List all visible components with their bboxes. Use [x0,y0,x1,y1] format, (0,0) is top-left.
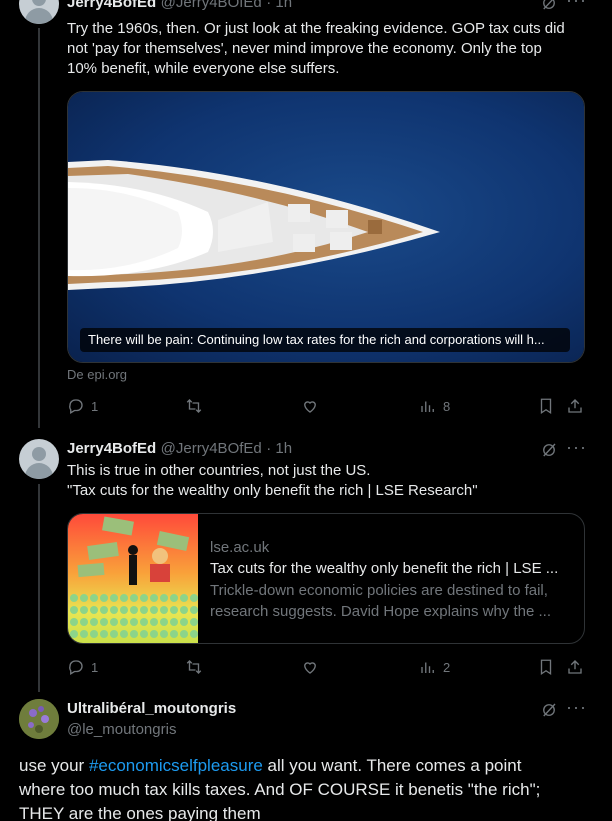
views-button[interactable]: 2 [419,658,450,676]
retweet-icon [186,399,202,413]
like-button[interactable] [301,397,319,415]
bookmark-icon [540,398,552,415]
views-button[interactable]: 8 [419,397,450,415]
text-segment: all you want. There comes a point [262,756,522,775]
thread-line [38,28,40,428]
more-icon[interactable]: ··· [566,697,587,718]
grok-icon[interactable] [540,0,558,17]
reply-button[interactable]: 1 [67,658,98,676]
tweet-1[interactable]: Jerry4BofEd @Jerry4BOfEd · 1h ··· Try th… [0,0,612,432]
reply-count: 1 [91,659,99,675]
tweet-header: Jerry4BofEd @Jerry4BOfEd · 1h [67,440,292,458]
tweet-text: use your #economicselfpleasure all you w… [19,754,599,821]
display-name[interactable]: Ultralibéral_moutongris [67,700,236,717]
tweet-text: Try the 1960s, then. Or just look at the… [67,19,597,79]
tweet-text: This is true in other countries, not jus… [67,461,597,501]
timestamp[interactable]: · 1h [266,0,292,11]
lavender-image [19,699,59,739]
grok-icon[interactable] [540,701,558,724]
views-icon [421,662,434,673]
reply-count: 1 [91,398,99,414]
hashtag-link[interactable]: #economicselfpleasure [89,756,263,775]
bookmark-button[interactable] [537,658,555,676]
bookmark-button[interactable] [537,397,555,415]
heart-icon [304,401,316,413]
avatar[interactable] [19,439,59,479]
tweet-text-line: THEY are the ones paying them [19,804,261,821]
tweet-text-line: not 'pay for themselves', never mind imp… [67,40,542,57]
yacht-image [68,92,584,362]
card-source[interactable]: De epi.org [67,367,127,382]
reply-icon [69,399,83,414]
text-segment: use your [19,756,89,775]
display-name[interactable]: Jerry4BofEd [67,0,156,11]
link-card[interactable]: lse.ac.uk Tax cuts for the wealthy only … [67,513,585,644]
like-button[interactable] [301,658,319,676]
avatar[interactable] [19,699,59,739]
view-count: 8 [443,398,451,414]
tweet-text-line: "Tax cuts for the wealthy only benefit t… [67,482,478,499]
view-count: 2 [443,659,451,675]
handle[interactable]: @Jerry4BOfEd [161,440,262,457]
retweet-button[interactable] [185,658,203,676]
card-domain: lse.ac.uk [210,539,270,556]
heart-icon [304,662,316,674]
tweet-header: Jerry4BofEd @Jerry4BOfEd · 1h [67,0,292,12]
retweet-button[interactable] [185,397,203,415]
tweet-text-line: Try the 1960s, then. Or just look at the… [67,20,565,37]
avatar[interactable] [19,0,59,24]
card-desc-line: research suggests. David Hope explains w… [210,603,552,620]
share-button[interactable] [566,397,584,415]
reply-icon [69,660,83,675]
views-icon [421,401,434,412]
tweet-text-line: 10% benefit, while everyone else suffers… [67,60,340,77]
tweet-text-line: where too much tax kills taxes. And OF C… [19,780,541,799]
retweet-icon [186,660,202,674]
link-card-image[interactable]: There will be pain: Continuing low tax r… [67,91,585,363]
share-button[interactable] [566,658,584,676]
share-icon [568,399,582,413]
bookmark-icon [540,659,552,676]
card-title: Tax cuts for the wealthy only benefit th… [210,560,559,577]
display-name[interactable]: Jerry4BofEd [67,440,156,457]
thread-line [38,484,40,692]
tweet-text-line: This is true in other countries, not jus… [67,462,371,479]
card-description: Trickle-down economic policies are desti… [210,580,580,622]
timestamp[interactable]: · 1h [266,440,292,457]
handle[interactable]: @Jerry4BOfEd [161,0,262,11]
reply-button[interactable]: 1 [67,397,98,415]
tweet-2[interactable]: Jerry4BofEd @Jerry4BOfEd · 1h ··· This i… [0,432,612,692]
handle[interactable]: @le_moutongris [67,721,176,738]
card-caption: There will be pain: Continuing low tax r… [88,332,545,347]
share-icon [568,660,582,674]
card-body: lse.ac.uk Tax cuts for the wealthy only … [210,538,580,622]
tweet-text-line: use your #economicselfpleasure all you w… [19,754,599,778]
lse-card-image [68,514,198,643]
more-icon[interactable]: ··· [566,0,587,11]
tweet-3[interactable]: Ultralibéral_moutongris @le_moutongris ·… [0,690,612,821]
more-icon[interactable]: ··· [566,437,587,458]
card-desc-line: Trickle-down economic policies are desti… [210,582,548,599]
